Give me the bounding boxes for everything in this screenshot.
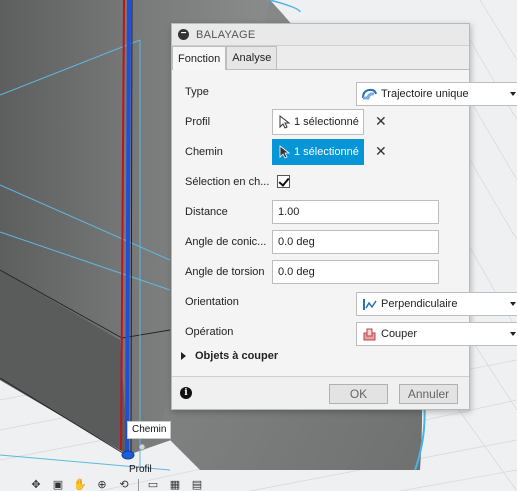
navigation-toolbar: ✥ ▣ ✋ ⊕ ⟲ ▭ ▦ ▤	[26, 478, 207, 491]
conicity-input[interactable]: 0.0 deg	[272, 230, 439, 254]
distance-input[interactable]: 1.00	[272, 200, 439, 224]
operation-select[interactable]: Couper	[356, 322, 517, 346]
chain-selection-label: Sélection en ch...	[185, 176, 269, 188]
ok-button[interactable]: OK	[329, 384, 388, 404]
viewports-icon[interactable]: ▤	[187, 478, 207, 491]
chevron-down-icon	[510, 92, 516, 96]
perpendicular-icon	[363, 298, 377, 310]
orientation-row: Orientation Perpendiculaire	[185, 288, 517, 316]
chemin-viewport-label: Chemin	[127, 421, 172, 439]
type-row: Type Trajectoire unique	[185, 78, 517, 106]
profil-row: Profil 1 sélectionné ✕	[185, 108, 469, 136]
orientation-select[interactable]: Perpendiculaire	[356, 292, 517, 316]
chemin-row: Chemin 1 sélectionné ✕	[185, 138, 469, 166]
tab-analyse[interactable]: Analyse	[226, 46, 278, 69]
profil-label: Profil	[185, 116, 211, 128]
conicity-label: Angle de conic...	[185, 236, 267, 248]
torsion-label: Angle de torsion	[185, 266, 265, 278]
profile-point	[121, 450, 135, 460]
chemin-select-button[interactable]: 1 sélectionné	[272, 139, 364, 165]
operation-value: Couper	[381, 328, 418, 340]
chain-selection-row: Sélection en ch...	[185, 168, 469, 196]
distance-label: Distance	[185, 206, 228, 218]
cursor-arrow-icon	[279, 115, 290, 129]
dialog-header[interactable]: − BALAYAGE	[172, 24, 469, 46]
sweep-dialog: − BALAYAGE Fonction Analyse Type Traject…	[171, 23, 517, 410]
dialog-tabs: Fonction Analyse	[172, 46, 469, 70]
chain-selection-checkbox[interactable]	[277, 175, 290, 188]
cancel-button[interactable]: Annuler	[399, 384, 458, 404]
cursor-arrow-icon	[279, 145, 290, 159]
conicity-row: Angle de conic... 0.0 deg	[185, 228, 469, 256]
operation-row: Opération Couper	[185, 318, 517, 346]
profil-viewport-label: Profil	[129, 464, 152, 475]
tab-fonction[interactable]: Fonction	[172, 46, 227, 70]
orientation-value: Perpendiculaire	[381, 298, 458, 310]
type-label: Type	[185, 86, 209, 98]
chemin-value: 1 sélectionné	[294, 146, 359, 158]
toolbar-divider	[138, 478, 139, 491]
sweep-path-blue	[125, 0, 131, 453]
profil-value: 1 sélectionné	[294, 116, 359, 128]
orientation-label: Orientation	[185, 296, 239, 308]
chemin-label: Chemin	[185, 146, 223, 158]
type-value: Trajectoire unique	[381, 88, 469, 100]
zoom-icon[interactable]: ⊕	[92, 478, 112, 491]
grid-settings-icon[interactable]: ▦	[165, 478, 185, 491]
info-icon[interactable]: i	[180, 387, 192, 399]
sweep-path-icon	[362, 88, 377, 99]
collapse-icon[interactable]: −	[178, 29, 189, 40]
cut-icon	[363, 328, 376, 340]
chevron-down-icon	[510, 332, 516, 336]
operation-label: Opération	[185, 326, 234, 338]
orbit-icon[interactable]: ✥	[26, 478, 46, 491]
fit-icon[interactable]: ⟲	[114, 478, 134, 491]
clear-profil-icon[interactable]: ✕	[375, 114, 387, 130]
torsion-row: Angle de torsion 0.0 deg	[185, 258, 469, 286]
objets-a-couper-section[interactable]: Objets à couper	[181, 350, 278, 362]
profil-select-button[interactable]: 1 sélectionné	[272, 109, 364, 135]
display-settings-icon[interactable]: ▭	[143, 478, 163, 491]
pan-hand-icon[interactable]: ✋	[70, 478, 90, 491]
objets-a-couper-label: Objets à couper	[195, 350, 279, 362]
chevron-down-icon	[510, 302, 516, 306]
clear-chemin-icon[interactable]: ✕	[375, 144, 387, 160]
look-at-icon[interactable]: ▣	[48, 478, 68, 491]
dialog-footer: i OK Annuler	[172, 376, 469, 409]
dialog-title: BALAYAGE	[196, 28, 256, 41]
type-select[interactable]: Trajectoire unique	[356, 82, 517, 106]
chevron-right-icon	[181, 352, 186, 360]
torsion-input[interactable]: 0.0 deg	[272, 260, 439, 284]
distance-row: Distance 1.00	[185, 198, 469, 226]
